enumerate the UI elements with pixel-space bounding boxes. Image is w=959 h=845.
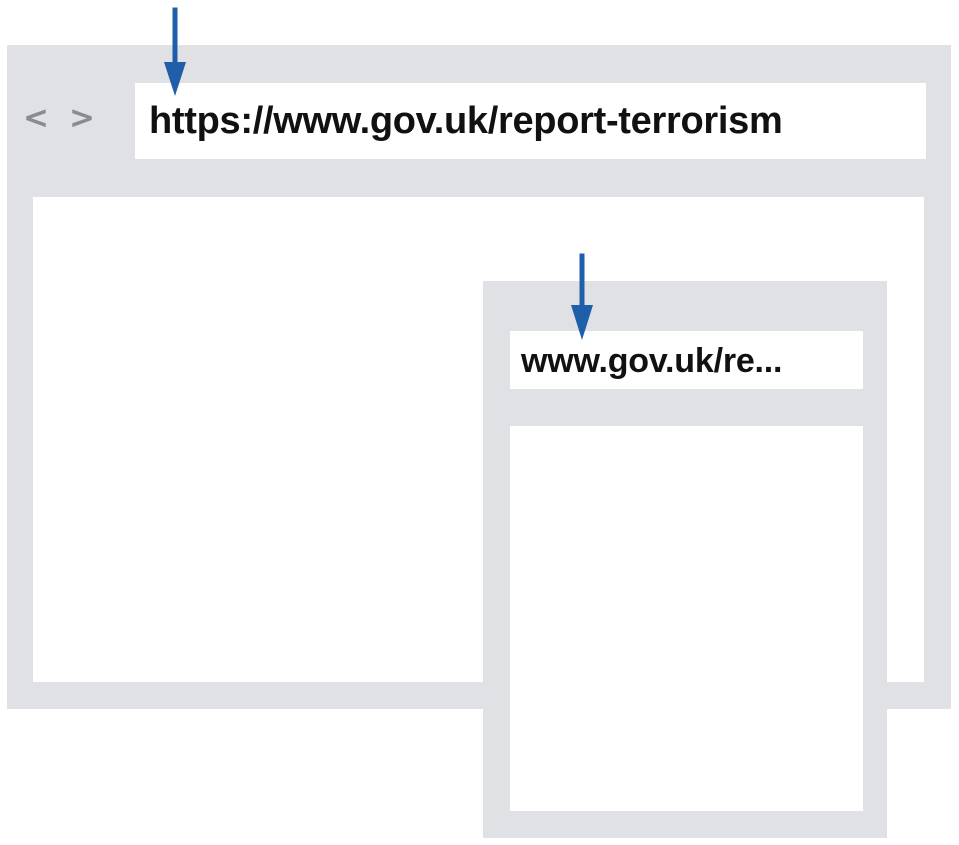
desktop-url-text: https://www.gov.uk/report-terrorism	[149, 100, 783, 142]
illustration-canvas: < > https://www.gov.uk/report-terrorism …	[0, 0, 959, 845]
mobile-url-text: www.gov.uk/re...	[521, 342, 783, 380]
mobile-browser-window: www.gov.uk/re...	[483, 281, 887, 838]
back-button[interactable]: <	[23, 103, 49, 134]
down-arrow-icon	[164, 7, 186, 96]
desktop-address-bar[interactable]: https://www.gov.uk/report-terrorism	[135, 83, 926, 159]
navigation-controls: < >	[23, 103, 95, 134]
forward-button[interactable]: >	[69, 103, 95, 134]
mobile-address-bar[interactable]: www.gov.uk/re...	[510, 331, 863, 389]
down-arrow-icon	[571, 253, 593, 340]
mobile-page-content	[510, 426, 863, 811]
